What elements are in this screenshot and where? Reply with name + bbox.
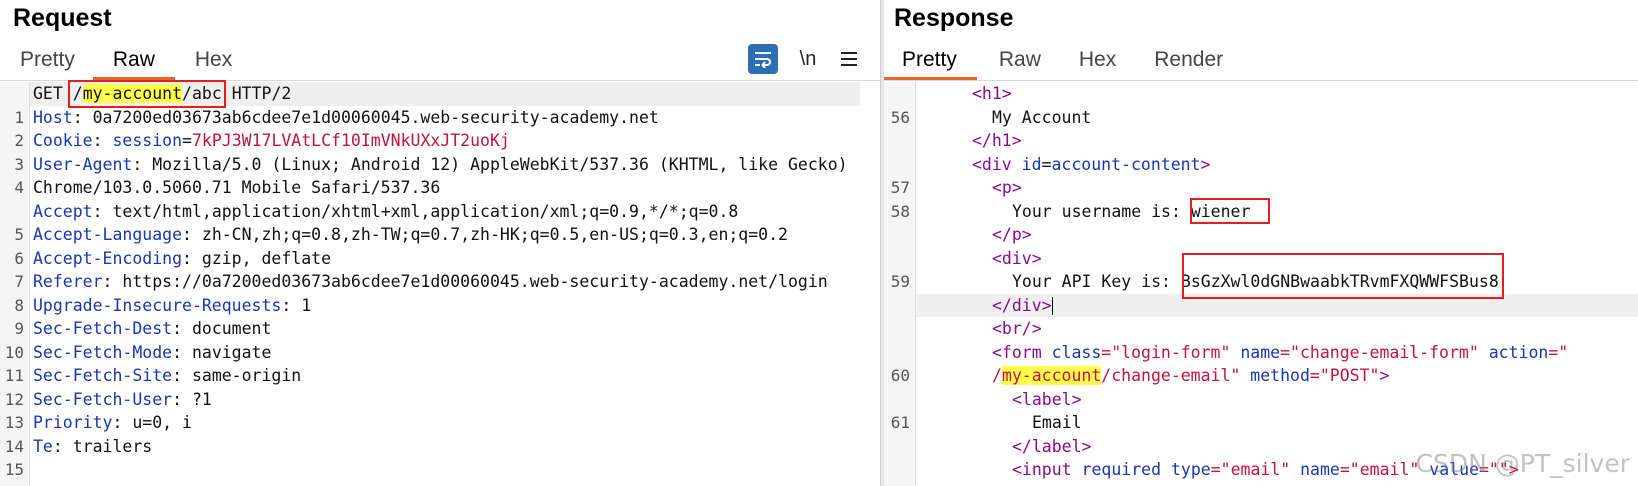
response-pane: Response Pretty Raw Hex Render 56 <h1> M…: [884, 0, 1638, 486]
request-line: 16: [0, 458, 880, 486]
response-line: Your API Key is: BsGzXwl0dGNBwaabkTRvmFX…: [1012, 272, 1499, 291]
response-line: Email: [1032, 413, 1082, 432]
highlighted-path: my-account: [82, 84, 183, 103]
tab-raw[interactable]: Raw: [999, 46, 1041, 78]
tab-pretty[interactable]: Pretty: [20, 46, 75, 78]
request-line: 11 Sec-Fetch-Mode: navigate: [4, 342, 272, 386]
response-editor[interactable]: 56 <h1> My Account </h1> 57 <div id=acco…: [884, 82, 1638, 486]
request-line: 6 Accept-Language: zh-CN,zh;q=0.8,zh-TW;…: [14, 225, 788, 268]
request-editor[interactable]: 1 GET /my-account/abc HTTP/2 2 Host: 0a7…: [0, 82, 880, 486]
wrap-text-icon: [755, 52, 771, 68]
request-line: 5 Accept: text/html,application/xhtml+xm…: [14, 201, 739, 245]
response-line: <br/>: [992, 319, 1042, 338]
tab-raw[interactable]: Raw: [92, 46, 175, 80]
menu-button[interactable]: [836, 44, 862, 74]
response-line: 61 <label>: [890, 389, 1082, 433]
response-line: 60 <form class="login-form" name="change…: [890, 342, 1569, 386]
request-line: 15 Te: trailers: [4, 436, 153, 480]
request-line: 4 User-Agent: Mozilla/5.0 (Linux; Androi…: [14, 154, 848, 198]
api-key-value: BsGzXwl0dGNBwaabkTRvmFXQWWFSBus8: [1180, 272, 1499, 291]
hamburger-menu-icon: [841, 52, 857, 66]
response-tabs: Pretty Raw Hex Render: [884, 46, 1223, 80]
request-line: 1 GET /my-account/abc HTTP/2: [14, 84, 292, 127]
response-line: Your username is: wiener: [1012, 201, 1251, 221]
response-tab-divider: [884, 80, 1638, 81]
request-title: Request: [13, 4, 112, 32]
request-line: 9 Upgrade-Insecure-Requests: 1: [14, 295, 312, 339]
session-cookie-value: 7kPJ3W17LVAtLCf10ImVNkUXxJT2uoKj: [191, 131, 510, 150]
tab-hex[interactable]: Hex: [1079, 46, 1116, 78]
response-line: 59 <div>: [890, 248, 1042, 292]
response-line: /my-account/change-email" method="POST">: [992, 366, 1390, 385]
response-title: Response: [894, 4, 1014, 32]
request-line: 13 Sec-Fetch-User: ?1: [4, 389, 212, 433]
request-line: 7 Accept-Encoding: gzip, deflate: [14, 248, 332, 292]
highlighted-path: my-account: [1001, 366, 1102, 385]
tab-hex[interactable]: Hex: [195, 46, 232, 78]
response-line: </p>: [992, 225, 1032, 244]
wrap-text-button[interactable]: [748, 44, 778, 74]
response-line: </h1>: [972, 131, 1022, 150]
request-tabs: Pretty Raw Hex: [20, 46, 232, 80]
request-tab-divider: [0, 80, 880, 81]
tab-render[interactable]: Render: [1154, 46, 1223, 78]
response-line: My Account: [992, 107, 1092, 127]
request-line: 2 Host: 0a7200ed03673ab6cdee7e1d00060045…: [14, 107, 659, 151]
response-line: 56 <h1>: [890, 84, 1012, 127]
request-line: 10 Sec-Fetch-Dest: document: [4, 319, 272, 362]
tab-pretty[interactable]: Pretty: [884, 46, 977, 80]
text-cursor: [1051, 297, 1053, 315]
response-line: 57 <div id=account-content>: [890, 154, 1211, 198]
response-line: 58 <p>: [890, 178, 1022, 221]
request-line: Chrome/103.0.5060.71 Mobile Safari/537.3…: [33, 178, 441, 197]
username-value: wiener: [1190, 201, 1251, 221]
watermark: CSDN @PT_silver: [1415, 449, 1630, 478]
request-pane: Request Pretty Raw Hex \n 1 GET /my-acco…: [0, 0, 880, 486]
request-line: 8 Referer: https://0a7200ed03673ab6cdee7…: [14, 272, 828, 315]
response-line: </div>: [992, 295, 1053, 315]
request-line: 3 Cookie: session=7kPJ3W17LVAtLCf10ImVNk…: [14, 131, 510, 174]
request-line: 14 Priority: u=0, i: [4, 413, 192, 456]
request-line: 12 Sec-Fetch-Site: same-origin: [4, 366, 302, 409]
newline-toggle[interactable]: \n: [794, 44, 822, 74]
